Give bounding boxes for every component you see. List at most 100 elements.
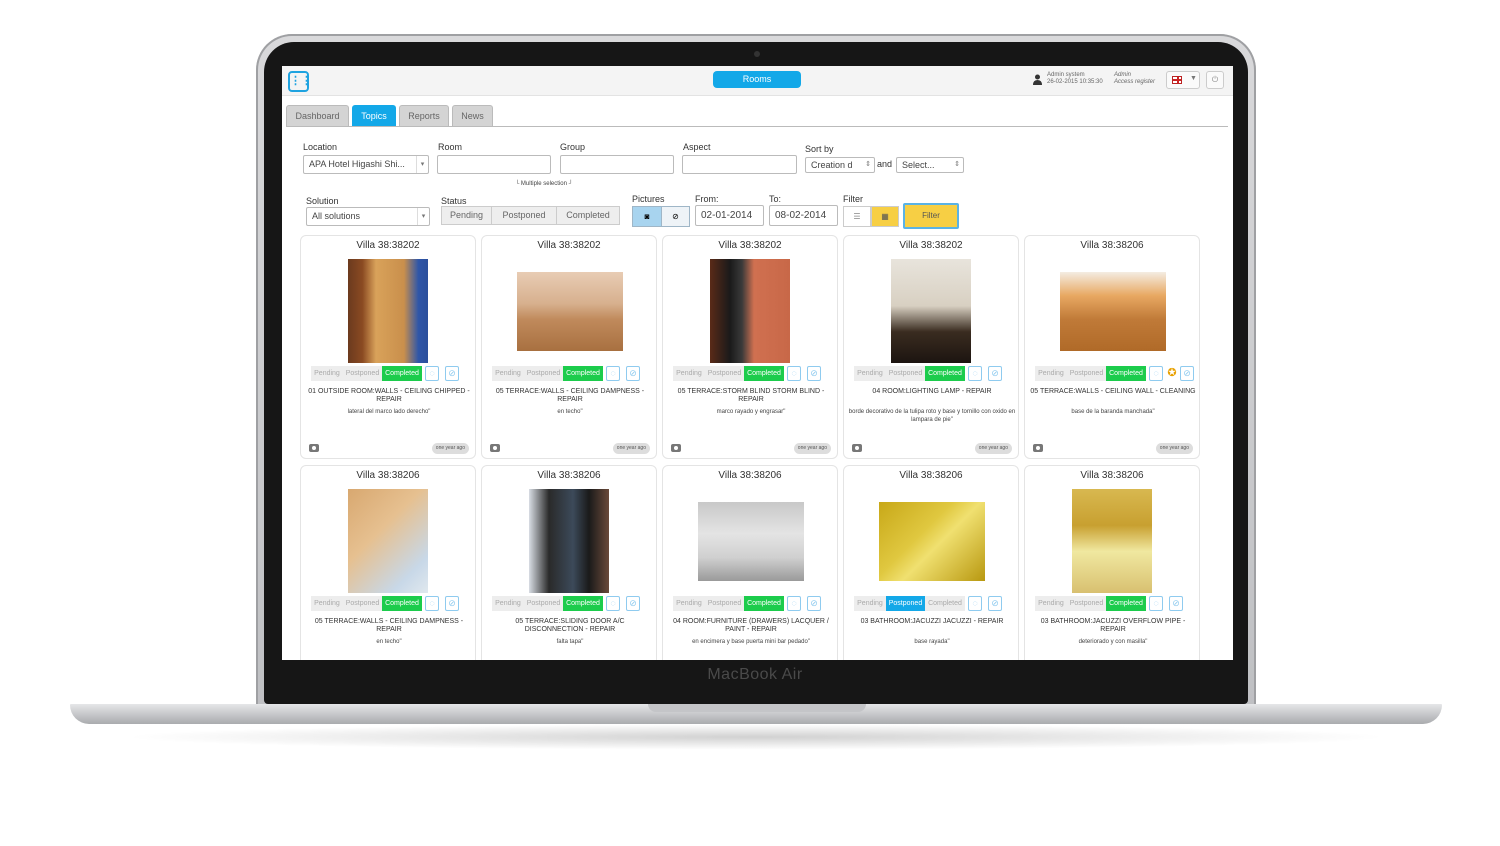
- topic-photo[interactable]: [1072, 489, 1152, 593]
- solution-icon[interactable]: ◌: [968, 366, 982, 381]
- no-photo-icon[interactable]: ⊘: [988, 596, 1002, 611]
- power-icon[interactable]: ⏻: [1206, 71, 1224, 89]
- topic-photo[interactable]: [1060, 272, 1166, 351]
- rooms-button[interactable]: Rooms: [713, 71, 801, 88]
- topic-card[interactable]: Villa 38:38206 Pending Postponed Completed ◌…: [1024, 235, 1200, 459]
- topic-card[interactable]: Villa 38:38202 Pending Postponed Completed ◌…: [481, 235, 657, 459]
- status-pending-toggle[interactable]: Pending: [854, 596, 886, 611]
- topic-card[interactable]: Villa 38:38202 Pending Postponed Completed ◌…: [662, 235, 838, 459]
- topic-card[interactable]: Villa 38:38202 Pending Postponed Completed ◌…: [843, 235, 1019, 459]
- topic-photo[interactable]: [348, 489, 428, 593]
- status-postponed-toggle[interactable]: Postponed: [705, 366, 744, 381]
- camera-icon[interactable]: ◙: [632, 206, 662, 227]
- camera-icon[interactable]: [490, 444, 500, 452]
- status-postponed-toggle[interactable]: Postponed: [1067, 366, 1106, 381]
- solution-icon[interactable]: ◌: [425, 366, 439, 381]
- status-pending-toggle[interactable]: Pending: [311, 596, 343, 611]
- solution-icon[interactable]: ◌: [787, 366, 801, 381]
- camera-icon[interactable]: [671, 444, 681, 452]
- topic-card[interactable]: Villa 38:38206 Pending Postponed Completed ◌…: [481, 465, 657, 660]
- status-postponed-toggle[interactable]: Postponed: [491, 206, 557, 225]
- grid-view-icon[interactable]: ▦: [871, 206, 899, 227]
- tab-dashboard[interactable]: Dashboard: [286, 105, 349, 127]
- status-postponed-toggle[interactable]: Postponed: [1067, 596, 1106, 611]
- status-pending-toggle[interactable]: Pending: [492, 596, 524, 611]
- status-completed-toggle[interactable]: Completed: [744, 366, 784, 381]
- tab-news[interactable]: News: [452, 105, 493, 127]
- status-pending-toggle[interactable]: Pending: [673, 366, 705, 381]
- status-completed-toggle[interactable]: Completed: [563, 366, 603, 381]
- tab-topics[interactable]: Topics: [352, 105, 396, 127]
- topic-card[interactable]: Villa 38:38206 Pending Postponed Completed ◌…: [1024, 465, 1200, 660]
- no-camera-icon[interactable]: ⊘: [661, 206, 690, 227]
- to-date-input[interactable]: 08-02-2014: [769, 205, 838, 226]
- access-register-link[interactable]: Access register: [1114, 79, 1155, 86]
- solution-icon[interactable]: ◌: [1149, 596, 1163, 611]
- location-select[interactable]: APA Hotel Higashi Shi... ▾: [303, 155, 429, 174]
- status-postponed-toggle[interactable]: Postponed: [705, 596, 744, 611]
- tab-reports[interactable]: Reports: [399, 105, 449, 127]
- sort2-select[interactable]: Select... ⇕: [896, 157, 964, 173]
- status-pending-toggle[interactable]: Pending: [441, 206, 492, 225]
- status-completed-toggle[interactable]: Completed: [925, 596, 965, 611]
- solution-select[interactable]: All solutions ▾: [306, 207, 430, 226]
- no-photo-icon[interactable]: ⊘: [807, 596, 821, 611]
- sort-select[interactable]: Creation d ⇕: [805, 157, 875, 173]
- status-postponed-toggle[interactable]: Postponed: [886, 366, 925, 381]
- solution-icon[interactable]: ◌: [606, 596, 620, 611]
- status-completed-toggle[interactable]: Completed: [1106, 366, 1146, 381]
- topic-photo[interactable]: [710, 259, 790, 363]
- filter-button[interactable]: Filter: [903, 203, 959, 229]
- status-postponed-toggle[interactable]: Postponed: [343, 366, 382, 381]
- status-pending-toggle[interactable]: Pending: [673, 596, 705, 611]
- status-pending-toggle[interactable]: Pending: [854, 366, 886, 381]
- topic-card[interactable]: Villa 38:38206 Pending Postponed Completed ◌…: [662, 465, 838, 660]
- topic-photo[interactable]: [698, 502, 804, 581]
- from-date-input[interactable]: 02-01-2014: [695, 205, 764, 226]
- admin-info[interactable]: Admin Access register: [1114, 72, 1155, 86]
- app-logo-icon[interactable]: ⋮⋮: [288, 71, 312, 92]
- solution-icon[interactable]: ◌: [968, 596, 982, 611]
- status-postponed-toggle[interactable]: Postponed: [524, 366, 563, 381]
- status-postponed-toggle[interactable]: Postponed: [886, 596, 925, 611]
- solution-icon[interactable]: ◌: [425, 596, 439, 611]
- camera-icon[interactable]: [1033, 444, 1043, 452]
- topic-card[interactable]: Villa 38:38202 Pending Postponed Completed ◌…: [300, 235, 476, 459]
- topic-photo[interactable]: [517, 272, 623, 351]
- camera-icon[interactable]: [309, 444, 319, 452]
- status-postponed-toggle[interactable]: Postponed: [524, 596, 563, 611]
- camera-icon[interactable]: [852, 444, 862, 452]
- no-photo-icon[interactable]: ⊘: [626, 596, 640, 611]
- no-photo-icon[interactable]: ⊘: [445, 596, 459, 611]
- no-photo-icon[interactable]: ⊘: [1180, 366, 1194, 381]
- status-postponed-toggle[interactable]: Postponed: [343, 596, 382, 611]
- no-photo-icon[interactable]: ⊘: [1169, 596, 1183, 611]
- no-photo-icon[interactable]: ⊘: [807, 366, 821, 381]
- solution-icon[interactable]: ◌: [787, 596, 801, 611]
- solution-icon[interactable]: ◌: [606, 366, 620, 381]
- status-completed-toggle[interactable]: Completed: [382, 596, 422, 611]
- list-view-icon[interactable]: ☰: [843, 206, 871, 227]
- status-pending-toggle[interactable]: Pending: [311, 366, 343, 381]
- topic-photo[interactable]: [879, 502, 985, 581]
- topic-photo[interactable]: [529, 489, 609, 593]
- room-input[interactable]: [437, 155, 551, 174]
- solution-icon[interactable]: ◌: [1149, 366, 1163, 381]
- topic-photo[interactable]: [891, 259, 971, 363]
- status-completed-toggle[interactable]: Completed: [744, 596, 784, 611]
- language-select[interactable]: ▼: [1166, 71, 1200, 89]
- topic-photo[interactable]: [348, 259, 428, 363]
- status-completed-toggle[interactable]: Completed: [1106, 596, 1146, 611]
- no-photo-icon[interactable]: ⊘: [445, 366, 459, 381]
- topic-card[interactable]: Villa 38:38206 Pending Postponed Completed ◌…: [300, 465, 476, 660]
- status-completed-toggle[interactable]: Completed: [382, 366, 422, 381]
- status-completed-toggle[interactable]: Completed: [556, 206, 620, 225]
- status-pending-toggle[interactable]: Pending: [1035, 596, 1067, 611]
- status-pending-toggle[interactable]: Pending: [1035, 366, 1067, 381]
- aspect-input[interactable]: [682, 155, 797, 174]
- no-photo-icon[interactable]: ⊘: [626, 366, 640, 381]
- topic-card[interactable]: Villa 38:38206 Pending Postponed Completed ◌…: [843, 465, 1019, 660]
- status-completed-toggle[interactable]: Completed: [563, 596, 603, 611]
- no-photo-icon[interactable]: ⊘: [988, 366, 1002, 381]
- status-pending-toggle[interactable]: Pending: [492, 366, 524, 381]
